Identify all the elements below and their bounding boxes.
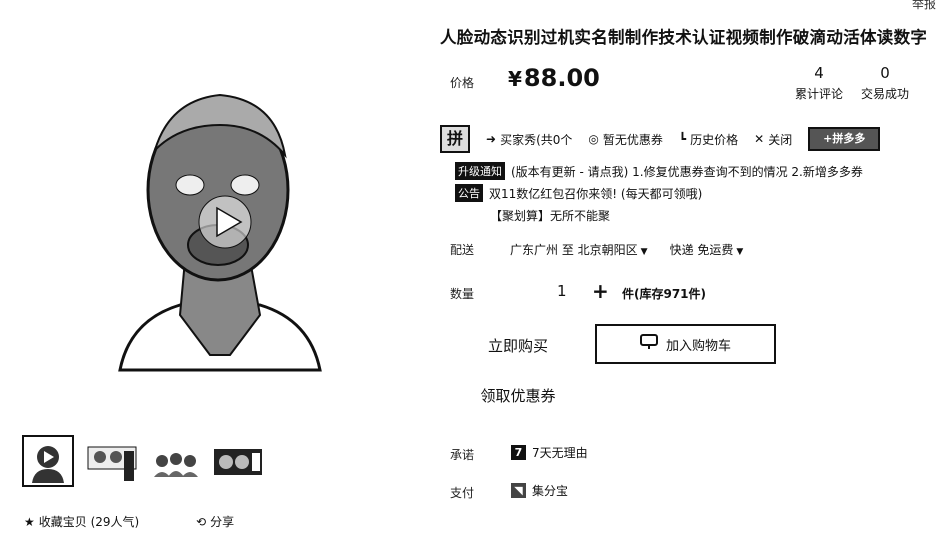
jifenbao-icon: ◥ xyxy=(511,483,526,498)
chevron-down-icon: ▼ xyxy=(736,247,744,257)
shipping-info: 广东广州 至 北京朝阳区 ▼ 快递 免运费 ▼ xyxy=(510,241,743,258)
pdd-compare-button[interactable]: +拼多多 xyxy=(808,127,881,151)
no-coupon-button[interactable]: ◎ 暂无优惠券 xyxy=(588,131,663,148)
price-amount: 88.00 xyxy=(523,64,600,92)
price-history-button[interactable]: ┗ 历史价格 xyxy=(679,131,738,148)
buyer-show-label: 买家秀(共0个 xyxy=(500,132,573,147)
chevron-down-icon: ▼ xyxy=(640,247,648,257)
arrow-right-icon: ➜ xyxy=(486,132,497,146)
thumbnail-4[interactable] xyxy=(212,435,264,487)
ship-from: 广东广州 至 xyxy=(510,243,574,257)
quantity-label: 数量 xyxy=(450,287,475,301)
helper-toolbar: 拼 ➜ 买家秀(共0个 ◎ 暂无优惠券 ┗ 历史价格 ✕ 关闭 +拼多多 xyxy=(440,124,896,154)
favorite-label: 收藏宝贝 (29人气) xyxy=(38,515,140,529)
notice-text: 【聚划算】无所不能聚 xyxy=(490,209,611,223)
share-label: 分享 xyxy=(210,515,235,529)
thumbnail-3[interactable] xyxy=(150,435,202,487)
currency-symbol: ¥ xyxy=(508,67,522,91)
quantity-plus-button[interactable]: + xyxy=(592,279,609,303)
notice-tag: 公告 xyxy=(455,184,483,202)
notice-text: (版本有更新 - 请点我) 1.修复优惠券查询不到的情况 2.新增多多券 xyxy=(511,164,863,179)
thumbnail-2[interactable] xyxy=(86,435,138,487)
notice-tag: 升级通知 xyxy=(455,162,505,180)
product-title: 人脸动态识别过机实名制制作技术认证视频制作破滴动活体读数字 xyxy=(440,28,928,47)
pdd-badge[interactable]: 拼 xyxy=(440,125,470,153)
cart-icon xyxy=(639,334,658,354)
ship-to-select[interactable]: 北京朝阳区 ▼ xyxy=(578,243,648,257)
trade-count: 0 xyxy=(880,64,890,82)
share-icon: ⟲ xyxy=(196,514,207,529)
add-to-cart-button[interactable]: 加入购物车 xyxy=(595,324,776,364)
ship-method-select[interactable]: 快递 免运费 ▼ xyxy=(670,241,744,258)
add-to-cart-label: 加入购物车 xyxy=(665,338,731,354)
close-label: 关闭 xyxy=(768,132,793,147)
payment-label: 支付 xyxy=(450,486,475,500)
review-count-stat[interactable]: 4 累计评论 xyxy=(794,64,844,102)
review-count-label: 累计评论 xyxy=(794,87,843,101)
chart-icon: ┗ xyxy=(678,132,687,146)
close-icon: ✕ xyxy=(754,132,765,146)
promise-text: 7天无理由 xyxy=(532,446,588,460)
quantity-input[interactable]: 1 xyxy=(557,282,567,300)
payment-text: 集分宝 xyxy=(532,484,569,498)
promise-label: 承诺 xyxy=(450,448,475,462)
play-video-icon[interactable] xyxy=(195,192,255,252)
report-link[interactable]: 举报 xyxy=(912,0,936,12)
coupon-icon: ◎ xyxy=(588,132,599,146)
close-button[interactable]: ✕ 关闭 xyxy=(754,131,792,148)
juhuasuan-notice[interactable]: 【聚划算】无所不能聚 xyxy=(490,207,610,224)
share-button[interactable]: ⟲ 分享 xyxy=(196,513,234,530)
price-label: 价格 xyxy=(450,76,475,90)
buyer-show-button[interactable]: ➜ 买家秀(共0个 xyxy=(486,131,572,148)
no-coupon-label: 暂无优惠券 xyxy=(602,132,663,147)
thumbnail-video[interactable] xyxy=(22,435,74,487)
review-count: 4 xyxy=(814,64,824,82)
price-history-label: 历史价格 xyxy=(690,132,739,147)
favorite-button[interactable]: ★ 收藏宝贝 (29人气) xyxy=(24,513,139,530)
seven-day-icon: 7 xyxy=(511,445,526,460)
price-value: ¥88.00 xyxy=(508,64,600,92)
upgrade-notice[interactable]: 升级通知 (版本有更新 - 请点我) 1.修复优惠券查询不到的情况 2.新增多多… xyxy=(455,162,863,180)
trade-count-stat[interactable]: 0 交易成功 xyxy=(860,64,910,102)
shipping-label: 配送 xyxy=(450,243,475,257)
buy-now-button[interactable]: 立即购买 xyxy=(470,328,566,362)
star-icon: ★ xyxy=(24,514,35,529)
promise-info[interactable]: 7 7天无理由 xyxy=(511,444,588,461)
trade-count-label: 交易成功 xyxy=(860,87,909,101)
notice-text: 双11数亿红包召你来领! (每天都可领哦) xyxy=(489,186,703,201)
pdd-compare-label: +拼多多 xyxy=(808,127,881,151)
get-coupon-button[interactable]: 领取优惠券 xyxy=(470,378,566,412)
ship-route: 广东广州 至 北京朝阳区 ▼ xyxy=(510,241,648,258)
pdd-badge-icon: 拼 xyxy=(440,125,470,153)
stock-info: 件(库存971件) xyxy=(622,287,707,301)
announcement-notice[interactable]: 公告 双11数亿红包召你来领! (每天都可领哦) xyxy=(455,184,702,202)
payment-info[interactable]: ◥ 集分宝 xyxy=(511,482,568,499)
